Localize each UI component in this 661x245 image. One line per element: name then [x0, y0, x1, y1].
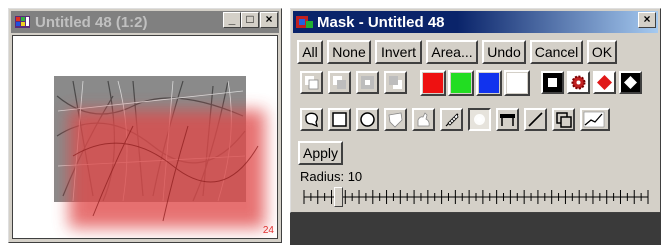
image-canvas[interactable]: 24 — [12, 35, 278, 239]
curve-tool-icon[interactable] — [580, 108, 610, 131]
app-icon — [14, 13, 32, 31]
mask-window-titlebar[interactable]: Mask - Untitled 48 — [293, 11, 658, 33]
radius-slider[interactable] — [300, 186, 652, 208]
mask-mode-replace-icon[interactable] — [300, 71, 323, 94]
soft-brush-tool-icon[interactable] — [468, 108, 491, 131]
undo-button[interactable]: Undo — [482, 40, 526, 64]
line-tool-icon[interactable] — [524, 108, 547, 131]
all-button[interactable]: All — [297, 40, 323, 64]
radius-slider-thumb[interactable] — [333, 187, 343, 207]
gradient-tool-icon[interactable] — [496, 108, 519, 131]
desktop — [290, 213, 661, 245]
none-button[interactable]: None — [327, 40, 371, 64]
invert-button[interactable]: Invert — [375, 40, 422, 64]
green-color-swatch[interactable] — [448, 70, 474, 96]
feather-brush-tool-icon[interactable] — [440, 108, 463, 131]
close-button[interactable]: × — [260, 12, 278, 28]
white-square-display-icon[interactable] — [541, 71, 564, 94]
image-window-title: Untitled 48 (1:2) — [35, 13, 148, 31]
green-swatch-fill — [451, 73, 471, 93]
red-gear-display-icon[interactable] — [567, 71, 590, 94]
radius-label: Radius: 10 — [300, 169, 363, 184]
corner-number: 24 — [262, 225, 274, 236]
apply-button[interactable]: Apply — [298, 141, 343, 165]
mask-close-button[interactable]: × — [638, 12, 656, 28]
rectangle-tool-icon[interactable] — [328, 108, 351, 131]
area-button[interactable]: Area... — [426, 40, 478, 64]
ellipse-tool-icon[interactable] — [356, 108, 379, 131]
lasso-tool-icon[interactable] — [300, 108, 323, 131]
white-diamond-display-icon[interactable] — [619, 71, 642, 94]
red-swatch-fill — [423, 73, 443, 93]
red-color-swatch[interactable] — [420, 70, 446, 96]
minimize-button[interactable]: _ — [223, 12, 241, 28]
mask-mode-subtract-icon[interactable] — [356, 71, 379, 94]
masked-photo — [54, 76, 265, 228]
blue-color-swatch[interactable] — [476, 70, 502, 96]
red-diamond-display-icon[interactable] — [593, 71, 616, 94]
white-swatch-fill — [507, 73, 527, 93]
mask-mode-add-icon[interactable] — [328, 71, 351, 94]
mask-mode-intersect-icon[interactable] — [384, 71, 407, 94]
image-window: Untitled 48 (1:2) _ □ × 24 — [8, 8, 282, 243]
ok-button[interactable]: OK — [587, 40, 617, 64]
blue-swatch-fill — [479, 73, 499, 93]
maximize-button[interactable]: □ — [241, 12, 259, 28]
freehand-tool-icon[interactable] — [412, 108, 435, 131]
mask-app-icon — [296, 13, 314, 31]
white-color-swatch[interactable] — [504, 70, 530, 96]
mask-window-title: Mask - Untitled 48 — [317, 13, 445, 31]
copy-shape-tool-icon[interactable] — [552, 108, 575, 131]
polygon-tool-icon[interactable] — [384, 108, 407, 131]
cancel-button[interactable]: Cancel — [530, 40, 583, 64]
